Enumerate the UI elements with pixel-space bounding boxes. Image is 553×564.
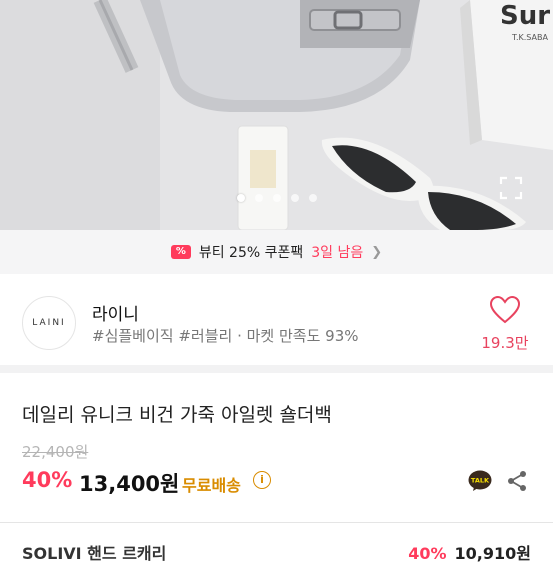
sale-price: 13,400원 (79, 472, 180, 496)
coupon-text: 뷰티 25% 쿠폰팩 (198, 245, 304, 261)
related-discount: 40% (408, 544, 447, 563)
carousel-dot-2[interactable] (254, 194, 263, 202)
related-product-title[interactable]: SOLIVI 핸드 르캐리 (22, 540, 166, 564)
heart-icon (489, 295, 521, 324)
expand-icon[interactable] (499, 176, 523, 200)
discount-rate: 40% (22, 468, 73, 492)
carousel-dot-1[interactable] (236, 194, 245, 202)
original-price: 22,400원 (22, 443, 89, 461)
kakaotalk-share-icon[interactable]: TALK (468, 470, 492, 492)
product-title: 데일리 유니크 비건 가죽 아일렛 숄더백 (22, 404, 332, 426)
like-count: 19.3만 (481, 334, 529, 352)
divider (0, 522, 553, 523)
related-product-price[interactable]: 40% 10,910원 (408, 540, 531, 564)
shop-name[interactable]: 라이니 (92, 300, 139, 325)
chevron-right-icon: ❯ (371, 244, 383, 260)
carousel-dot-4[interactable] (290, 194, 299, 202)
talk-label: TALK (471, 477, 490, 485)
shop-info[interactable] (0, 274, 553, 364)
coupon-ticket-icon: % (170, 245, 191, 259)
box-text: T.K.SABA (511, 33, 548, 42)
product-image-carousel[interactable]: Sur T.K.SABA (0, 0, 553, 230)
carousel-dot-3[interactable] (272, 194, 281, 202)
free-shipping-label: 무료배송 (182, 476, 241, 495)
shop-tags: #심플베이직 #러블리 · 마켓 만족도 93% (92, 327, 359, 345)
divider (0, 365, 553, 373)
info-icon[interactable]: i (253, 471, 271, 489)
shop-logo[interactable]: LAINI (22, 296, 76, 350)
carousel-dot-5[interactable] (308, 194, 317, 202)
share-icon[interactable] (506, 470, 528, 492)
related-price: 10,910원 (454, 544, 531, 563)
box-logo: Sur (500, 1, 550, 31)
like-button[interactable]: 19.3만 (479, 295, 531, 353)
coupon-days-left: 3일 남음 (311, 245, 364, 261)
coupon-banner[interactable]: % 뷰티 25% 쿠폰팩 3일 남음 ❯ (0, 230, 553, 274)
carousel-indicator (0, 187, 553, 206)
